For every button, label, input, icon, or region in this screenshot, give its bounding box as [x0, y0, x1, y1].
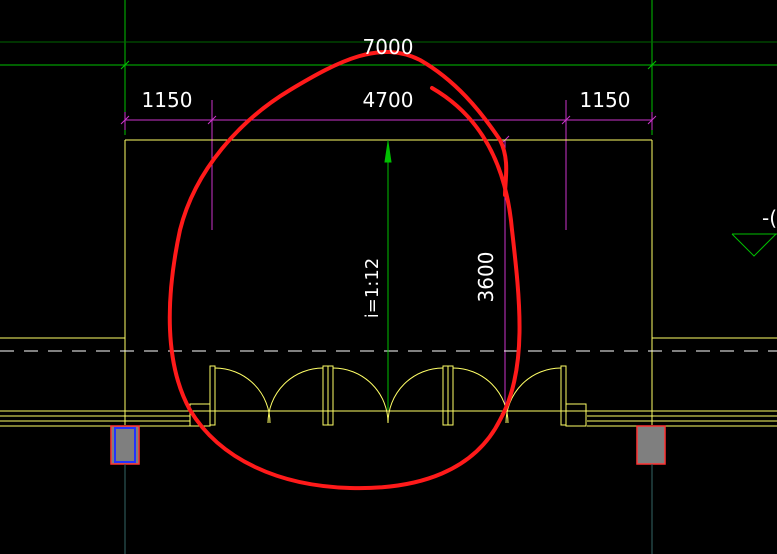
right-dimension-label: 1150 — [580, 88, 631, 112]
lower-axis-lines — [124, 464, 653, 554]
slope-arrow — [384, 140, 392, 410]
center-dimension-label: 4700 — [363, 88, 414, 112]
overall-dimension-label: 7000 — [363, 35, 414, 59]
axis-grid-lines — [0, 0, 777, 135]
cad-drawing-canvas[interactable]: 7000 1150 4700 1150 3600 i=1:12 -( — [0, 0, 777, 554]
annotation-circle — [167, 50, 522, 491]
structural-columns — [110, 425, 666, 465]
left-dimension-label: 1150 — [142, 88, 193, 112]
slope-label: i=1:12 — [362, 258, 383, 319]
level-marker-icon — [731, 233, 777, 257]
height-dimension-label: 3600 — [474, 252, 498, 303]
clipped-level-label: -( — [762, 206, 777, 230]
column-right — [636, 425, 666, 465]
